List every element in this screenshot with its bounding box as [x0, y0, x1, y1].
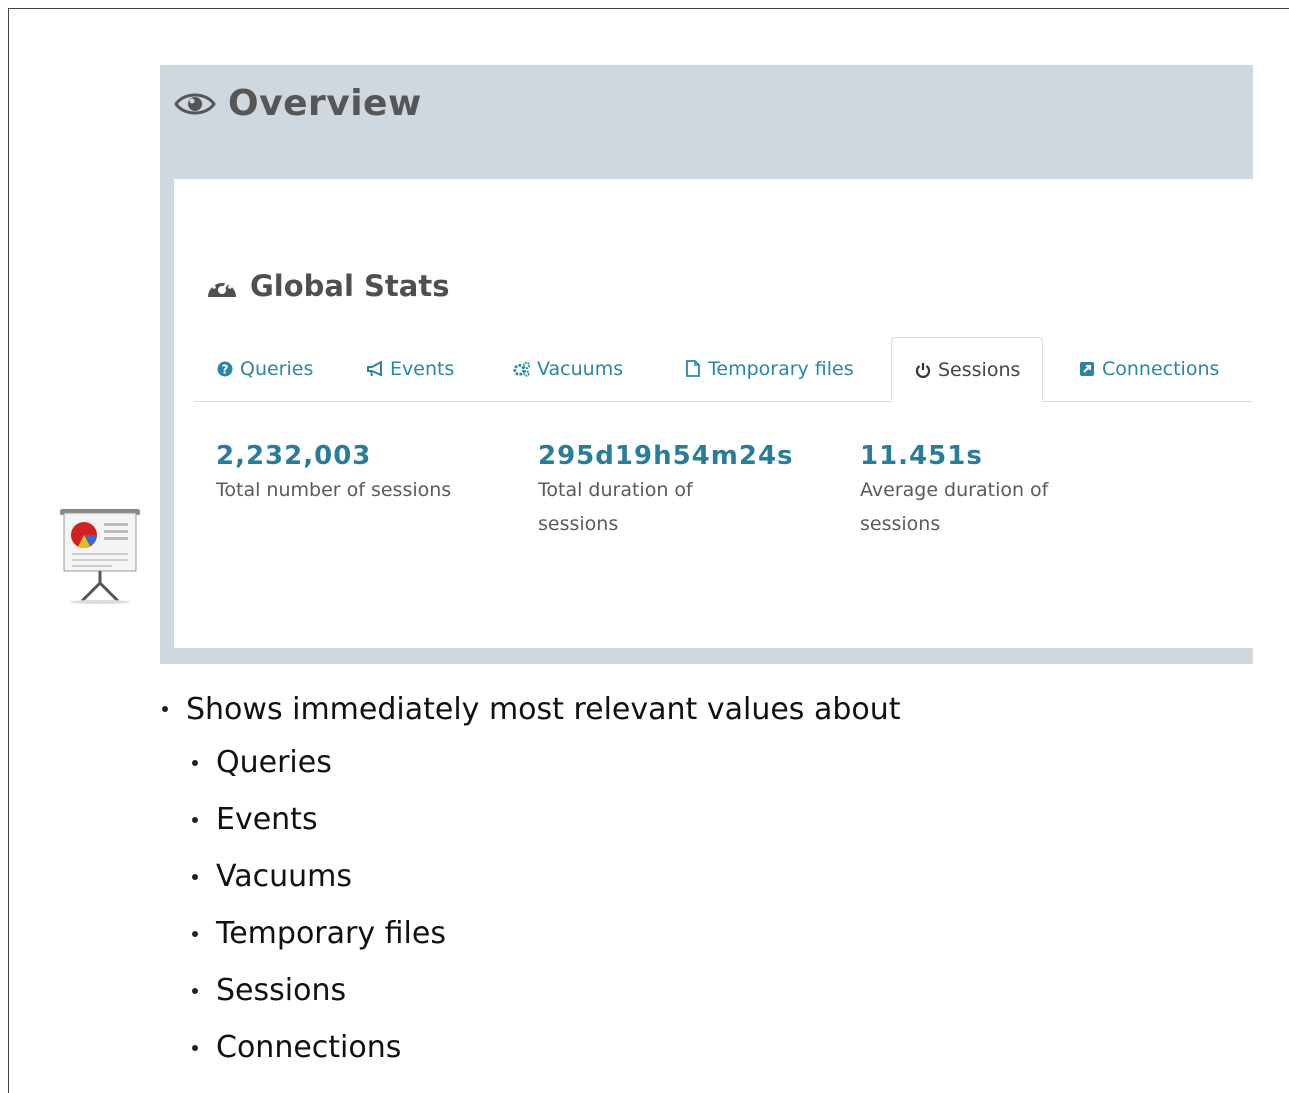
- eye-icon: [174, 93, 216, 114]
- list-item: Sessions: [160, 962, 901, 1019]
- svg-text:?: ?: [222, 362, 229, 376]
- global-stats-heading: Global Stats: [206, 269, 449, 303]
- list-item: Events: [160, 791, 901, 848]
- stat-label: Total duration of sessions: [538, 479, 693, 535]
- tab-vacuums[interactable]: Vacuums: [491, 337, 645, 400]
- bullet-dot: [162, 706, 168, 712]
- screenshot-region: Overview Global Stats ? Queries Events V…: [160, 65, 1253, 664]
- overview-header: Overview: [174, 83, 422, 124]
- stat-label: Total number of sessions: [216, 479, 452, 501]
- tab-connections[interactable]: Connections: [1056, 337, 1241, 400]
- bullet-list: Shows immediately most relevant values a…: [160, 684, 901, 1076]
- stats-tabs: ? Queries Events Vacuums Temporary files…: [194, 337, 1253, 402]
- stat-value: 295d19h54m24s: [538, 441, 794, 471]
- question-circle-icon: ?: [216, 360, 234, 378]
- list-item: Vacuums: [160, 848, 901, 905]
- external-link-icon: [1078, 360, 1096, 378]
- power-icon: [914, 361, 932, 379]
- list-item: Temporary files: [160, 905, 901, 962]
- dashboard-gauge-icon: [208, 279, 236, 297]
- presentation-icon: [60, 509, 140, 604]
- stat-value: 11.451s: [860, 441, 983, 471]
- stat-label: Average duration of sessions: [860, 479, 1049, 535]
- list-item: Connections: [160, 1019, 901, 1076]
- global-stats-panel: Global Stats ? Queries Events Vacuums Te…: [174, 179, 1253, 648]
- stat-average-duration: 11.451s Average duration of sessions: [860, 441, 1100, 541]
- tab-queries[interactable]: ? Queries: [194, 337, 335, 400]
- gears-icon: [513, 360, 531, 378]
- list-item: Queries: [160, 734, 901, 791]
- global-stats-title: Global Stats: [250, 269, 450, 303]
- bullhorn-icon: [366, 360, 384, 378]
- bullet-main: Shows immediately most relevant values a…: [160, 684, 901, 734]
- file-icon: [684, 360, 702, 378]
- stat-total-sessions: 2,232,003 Total number of sessions: [216, 441, 506, 507]
- tab-events[interactable]: Events: [344, 337, 476, 400]
- tab-sessions[interactable]: Sessions: [891, 337, 1044, 402]
- stat-total-duration: 295d19h54m24s Total duration of sessions: [538, 441, 794, 541]
- overview-title: Overview: [228, 83, 422, 124]
- stat-value: 2,232,003: [216, 441, 372, 471]
- tab-temporary-files[interactable]: Temporary files: [662, 337, 876, 400]
